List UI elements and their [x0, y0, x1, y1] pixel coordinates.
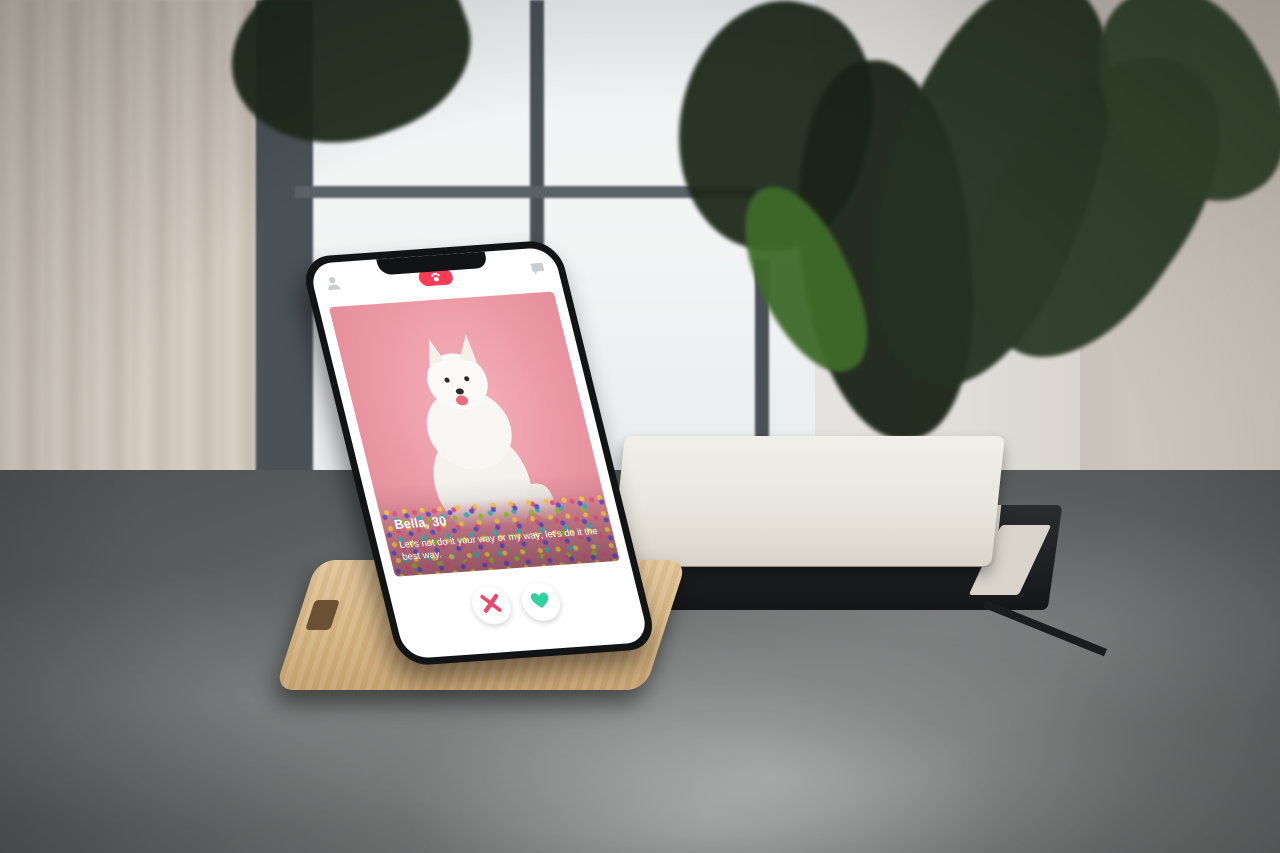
close-x-icon — [477, 591, 505, 619]
white-book — [611, 436, 1005, 566]
profile-icon[interactable] — [323, 274, 343, 291]
dislike-button[interactable] — [468, 585, 515, 626]
profile-card[interactable]: Bella, 30 Let's not do it your way or my… — [328, 291, 620, 577]
like-button[interactable] — [517, 581, 565, 623]
swipe-actions — [389, 576, 646, 643]
chat-icon[interactable] — [528, 260, 548, 277]
heart-icon — [527, 588, 555, 616]
photo-scene: Bella, 30 Let's not do it your way or my… — [0, 0, 1280, 853]
